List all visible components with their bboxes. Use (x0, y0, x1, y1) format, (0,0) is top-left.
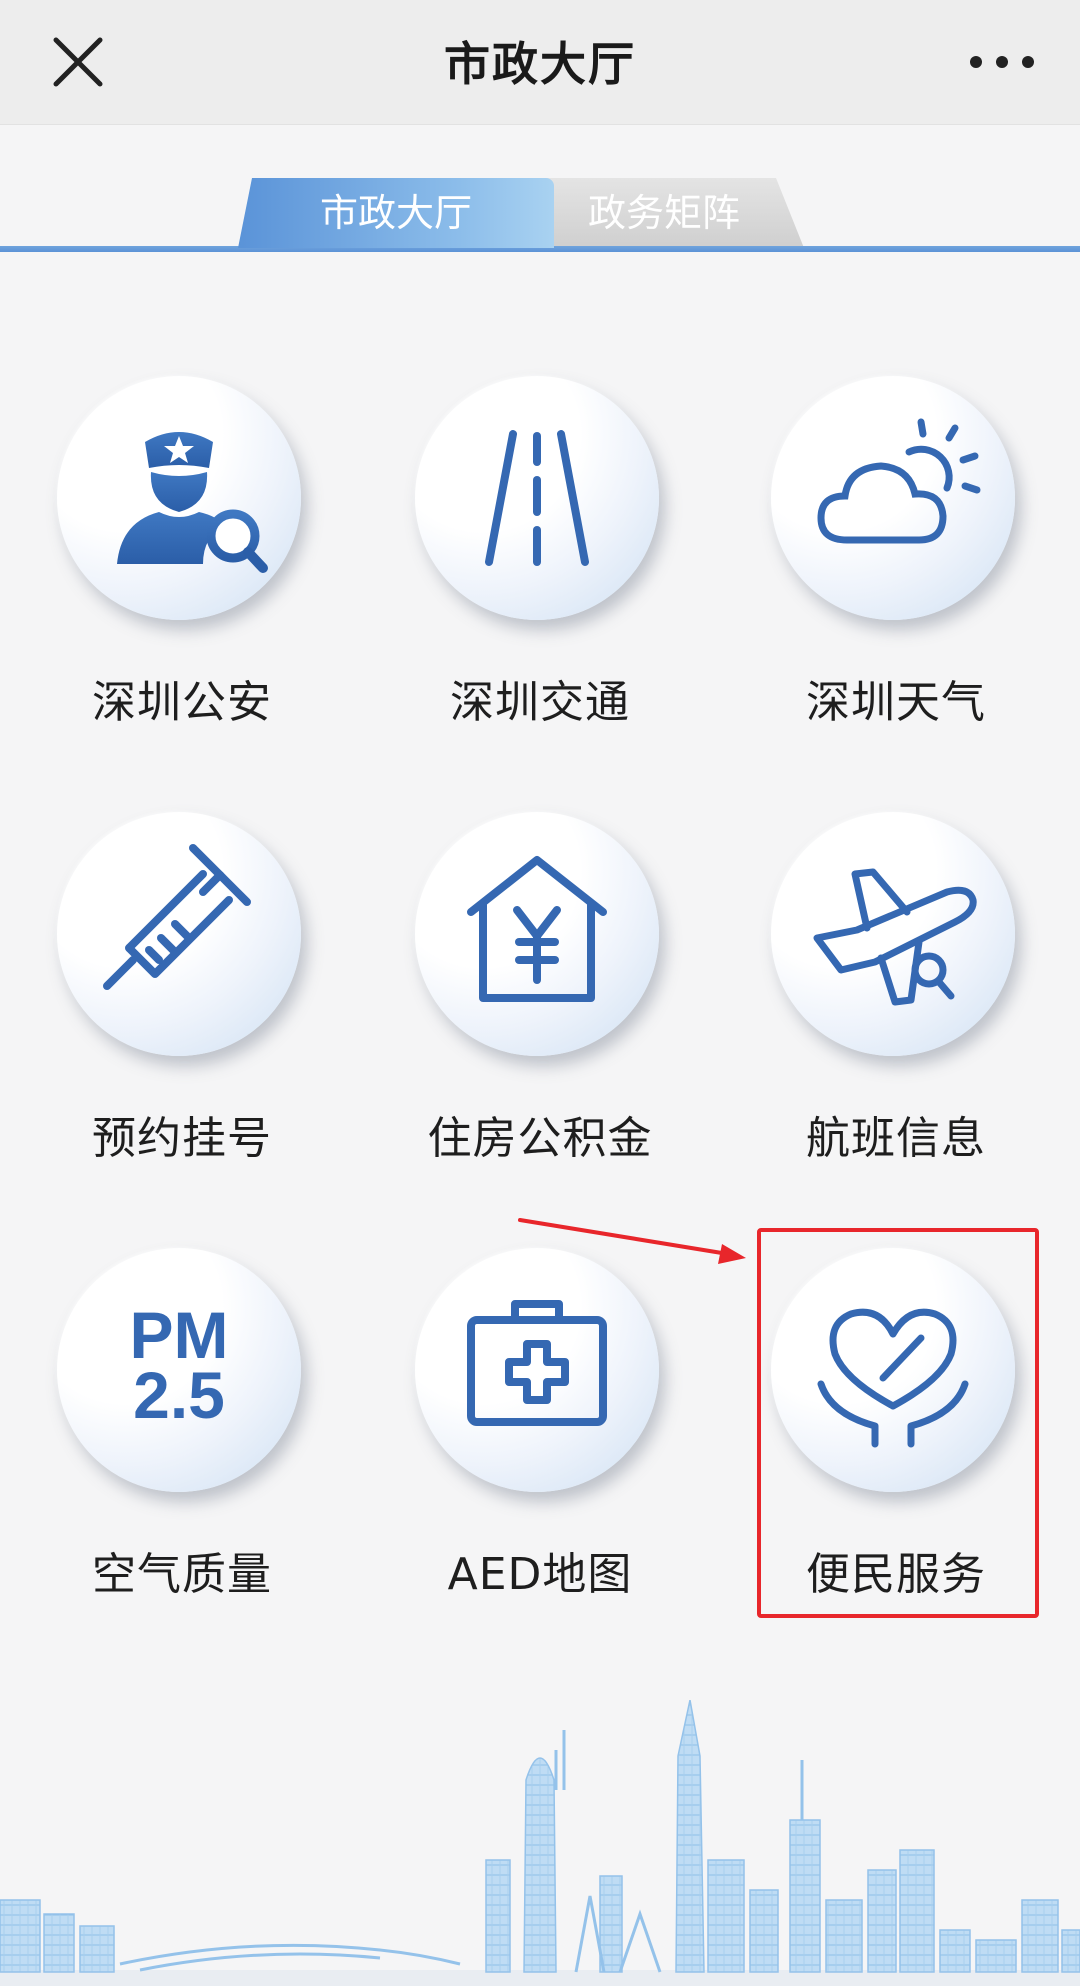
service-appointment[interactable]: 预约挂号 (32, 812, 332, 1192)
police-search-icon (117, 432, 268, 573)
city-skyline-illustration (0, 1700, 1080, 1986)
service-label: 深圳交通 (450, 677, 630, 728)
highlight-box (757, 1228, 1039, 1618)
service-housing-fund[interactable]: 住房公积金 (390, 812, 690, 1192)
annotation-arrow (518, 1218, 746, 1264)
service-label: 空气质量 (92, 1549, 272, 1600)
road-icon (485, 430, 589, 566)
service-circle (57, 812, 301, 1056)
service-circle (57, 376, 301, 620)
service-circle: PM 2.5 (57, 1248, 301, 1492)
service-label: 航班信息 (806, 1113, 986, 1164)
service-flight-info[interactable]: 航班信息 (746, 812, 1046, 1192)
top-navigation-bar: 市政大厅 (0, 0, 1080, 125)
tab-bar: 政务矩阵 市政大厅 (0, 176, 1080, 254)
house-yuan-icon (467, 856, 607, 1002)
tab-government-matrix[interactable]: 政务矩阵 (524, 178, 804, 248)
pm-value-text: 2.5 (133, 1358, 225, 1432)
service-label: AED地图 (447, 1549, 633, 1600)
more-icon (970, 56, 1034, 68)
service-label: 预约挂号 (92, 1113, 272, 1164)
syringe-icon (103, 844, 251, 990)
page-title: 市政大厅 (444, 37, 636, 91)
service-circle (415, 812, 659, 1056)
service-weather[interactable]: 深圳天气 (746, 376, 1046, 756)
service-circle (415, 376, 659, 620)
service-police[interactable]: 深圳公安 (32, 376, 332, 756)
weather-icon (817, 418, 981, 544)
airplane-icon (813, 868, 977, 1006)
service-circle (771, 812, 1015, 1056)
service-aed-map[interactable]: AED地图 (390, 1248, 690, 1628)
first-aid-kit-icon (467, 1300, 607, 1426)
service-traffic[interactable]: 深圳交通 (390, 376, 690, 756)
pm25-icon: PM 2.5 (130, 1298, 229, 1432)
service-circle (771, 376, 1015, 620)
tab-municipal-hall[interactable]: 市政大厅 (238, 178, 554, 248)
more-options-button[interactable] (964, 34, 1040, 90)
service-label: 深圳公安 (92, 677, 272, 728)
service-label: 深圳天气 (806, 677, 986, 728)
service-label: 住房公积金 (427, 1113, 653, 1164)
service-air-quality[interactable]: PM 2.5 空气质量 (32, 1248, 332, 1628)
service-circle (415, 1248, 659, 1492)
